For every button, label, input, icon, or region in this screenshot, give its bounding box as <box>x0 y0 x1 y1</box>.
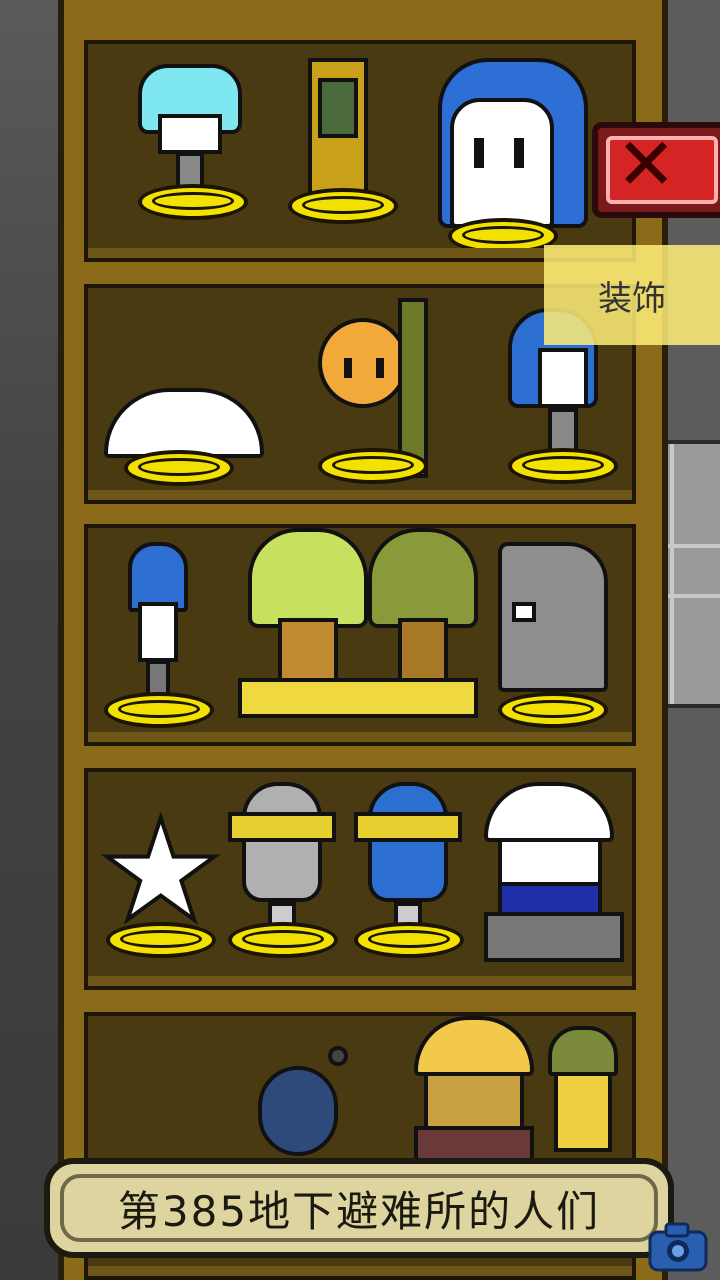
close-button[interactable]: ✕ <box>592 122 720 218</box>
category-tab-label: 装饰 <box>598 278 666 319</box>
trophy-cabinet: ★ <box>58 0 668 1280</box>
camera-icon <box>648 1222 708 1272</box>
shelf-3 <box>84 524 636 746</box>
star-icon: ★ <box>96 790 226 953</box>
camera-button[interactable] <box>646 1218 710 1274</box>
shelf-4: ★ <box>84 768 636 990</box>
category-tab-decoration[interactable]: 装饰 <box>544 245 720 345</box>
close-x-icon: ✕ <box>616 122 677 206</box>
shelf-1 <box>84 40 636 262</box>
left-wall <box>0 0 60 1280</box>
shelter-title: 第385地下避难所的人们 <box>117 1186 601 1236</box>
shelter-title-banner: 第385地下避难所的人们 <box>44 1158 674 1258</box>
